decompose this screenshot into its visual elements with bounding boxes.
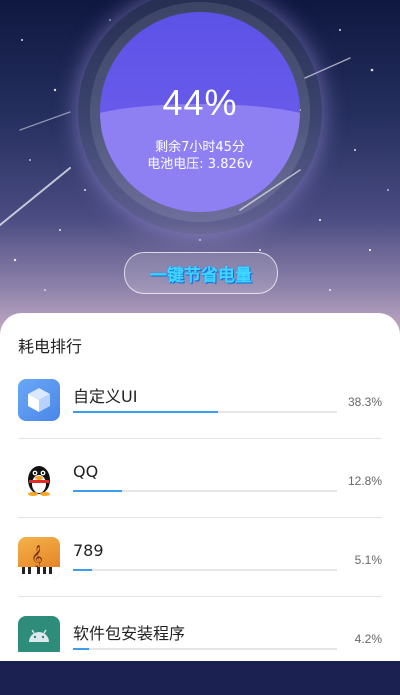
music-piano-app-icon: 𝄞 bbox=[18, 537, 60, 579]
usage-bar bbox=[73, 490, 122, 492]
usage-percent: 38.3% bbox=[347, 395, 382, 409]
custom-ui-cube-icon bbox=[18, 379, 60, 421]
usage-track bbox=[73, 569, 337, 571]
row-divider bbox=[18, 517, 382, 518]
usage-bar bbox=[73, 411, 219, 413]
usage-bar bbox=[73, 569, 93, 571]
row-divider bbox=[18, 438, 382, 439]
app-name: QQ bbox=[73, 462, 99, 481]
usage-percent: 4.2% bbox=[354, 632, 382, 646]
ranking-row[interactable]: QQ 12.8% bbox=[0, 458, 400, 537]
ranking-row[interactable]: 𝄞 789 5.1% bbox=[0, 537, 400, 616]
battery-voltage: 电池电压: 3.826v bbox=[147, 157, 253, 172]
save-button-label: 一键节省电量 bbox=[150, 265, 252, 286]
app-name: 软件包安装程序 bbox=[73, 624, 186, 643]
usage-percent: 5.1% bbox=[354, 553, 382, 567]
usage-track bbox=[73, 648, 337, 650]
ranking-title: 耗电排行 bbox=[18, 337, 83, 356]
usage-track bbox=[73, 411, 337, 413]
battery-percent: 44% bbox=[162, 82, 238, 123]
power-ranking-panel: 耗电排行 自定义UI 38.3% QQ 12.8% 𝄞 789 5.1% 软件包… bbox=[0, 313, 400, 661]
one-click-save-button[interactable]: 一键节省电量 bbox=[124, 252, 278, 294]
svg-text:𝄞: 𝄞 bbox=[31, 544, 43, 569]
usage-track bbox=[73, 490, 337, 492]
app-name: 自定义UI bbox=[73, 387, 138, 406]
bottom-tab-bar-partial bbox=[0, 652, 400, 661]
usage-bar bbox=[73, 648, 89, 650]
qq-penguin-icon bbox=[18, 458, 60, 500]
ranking-row[interactable]: 自定义UI 38.3% bbox=[0, 379, 400, 458]
app-name: 789 bbox=[73, 541, 104, 560]
row-divider bbox=[18, 596, 382, 597]
usage-percent: 12.8% bbox=[347, 474, 382, 488]
